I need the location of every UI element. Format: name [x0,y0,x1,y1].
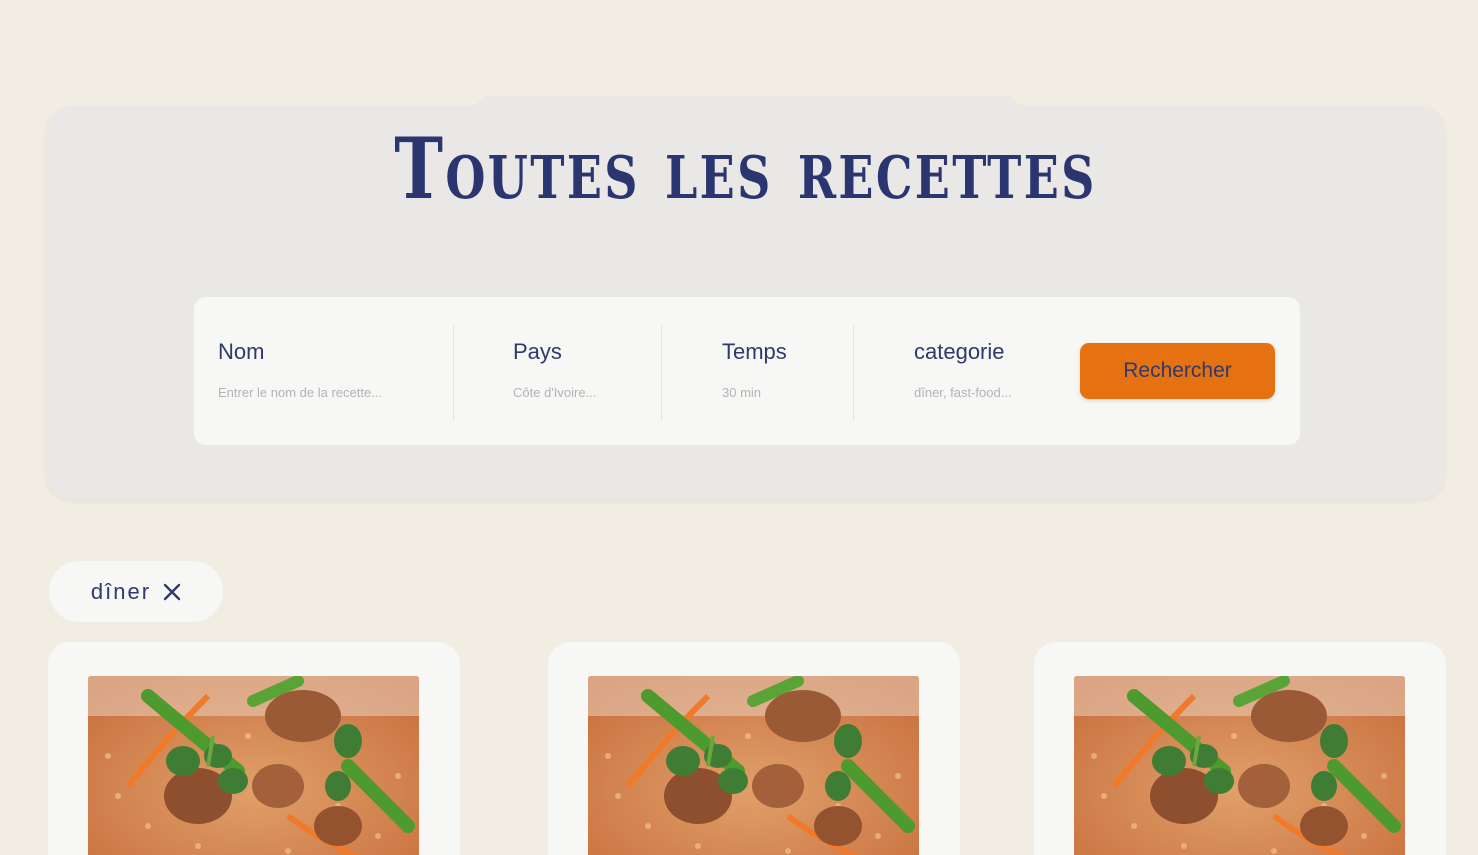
recipe-card[interactable] [548,642,960,855]
time-input[interactable] [722,385,842,400]
recipe-card[interactable] [1034,642,1446,855]
close-icon[interactable] [163,583,181,601]
recipe-card[interactable] [48,642,460,855]
category-input[interactable] [914,385,1064,400]
country-field-label: Pays [513,339,562,364]
name-input[interactable] [218,385,408,400]
filter-chip-label: dîner [90,578,152,604]
filter-chip-diner: dîner [49,561,223,622]
name-field-label: Nom [218,339,265,364]
category-field-label: categorie [914,339,1005,364]
page-title: Toutes les recettes [394,119,1097,218]
field-divider [661,325,662,421]
page: Toutes les recettes Nom Pays Temps categ… [0,0,1478,855]
recipe-image [588,676,919,855]
recipe-image [1074,676,1405,855]
field-divider [853,325,854,421]
field-divider [453,325,454,421]
country-input[interactable] [513,385,703,400]
search-button[interactable]: Rechercher [1080,343,1275,399]
time-field-label: Temps [722,339,787,364]
search-bar: Nom Pays Temps categorie Rechercher [194,297,1300,445]
recipe-image [88,676,419,855]
